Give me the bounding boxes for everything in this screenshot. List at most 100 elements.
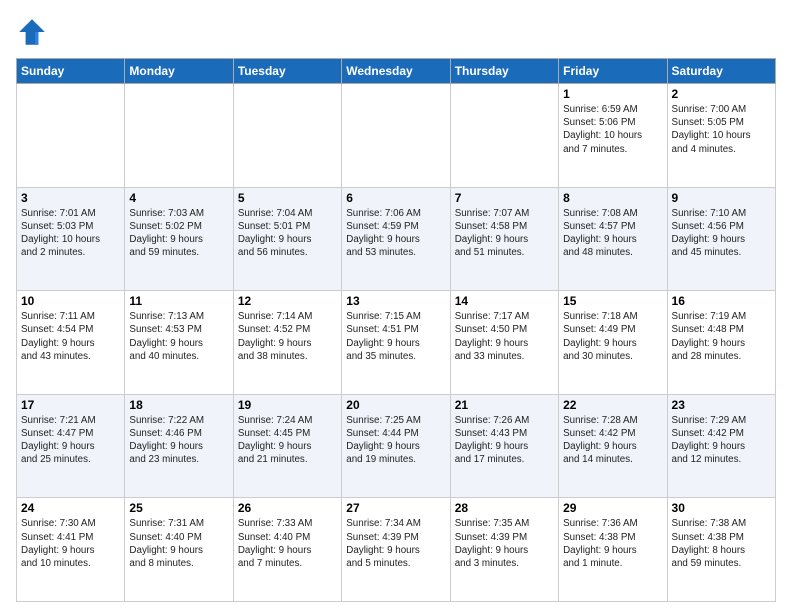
- day-info: Sunrise: 7:22 AM Sunset: 4:46 PM Dayligh…: [129, 414, 228, 467]
- day-info: Sunrise: 7:11 AM Sunset: 4:54 PM Dayligh…: [21, 310, 120, 363]
- day-number: 20: [346, 398, 445, 412]
- calendar-cell: 21 Sunrise: 7:26 AM Sunset: 4:43 PM Dayli…: [450, 394, 558, 498]
- day-number: 11: [129, 294, 228, 308]
- weekday-header-row: SundayMondayTuesdayWednesdayThursdayFrid…: [17, 59, 776, 84]
- day-number: 10: [21, 294, 120, 308]
- day-info: Sunrise: 6:59 AM Sunset: 5:06 PM Dayligh…: [563, 103, 662, 156]
- day-info: Sunrise: 7:01 AM Sunset: 5:03 PM Dayligh…: [21, 207, 120, 260]
- day-number: 12: [238, 294, 337, 308]
- calendar-cell: [17, 84, 125, 188]
- calendar-cell: 2Sunrise: 7:00 AM Sunset: 5:05 PM Daylig…: [667, 84, 775, 188]
- calendar-cell: 18 Sunrise: 7:22 AM Sunset: 4:46 PM Dayli…: [125, 394, 233, 498]
- day-number: 5: [238, 191, 337, 205]
- calendar-cell: 27 Sunrise: 7:34 AM Sunset: 4:39 PM Dayli…: [342, 498, 450, 602]
- day-number: 1: [563, 87, 662, 101]
- calendar-cell: 15 Sunrise: 7:18 AM Sunset: 4:49 PM Dayli…: [559, 291, 667, 395]
- calendar-cell: 8 Sunrise: 7:08 AM Sunset: 4:57 PM Daylig…: [559, 187, 667, 291]
- day-info: Sunrise: 7:33 AM Sunset: 4:40 PM Dayligh…: [238, 517, 337, 570]
- header: [16, 16, 776, 48]
- day-info: Sunrise: 7:29 AM Sunset: 4:42 PM Dayligh…: [672, 414, 771, 467]
- day-number: 17: [21, 398, 120, 412]
- calendar-cell: 28 Sunrise: 7:35 AM Sunset: 4:39 PM Dayli…: [450, 498, 558, 602]
- calendar-row-0: 1 Sunrise: 6:59 AM Sunset: 5:06 PM Daylig…: [17, 84, 776, 188]
- weekday-saturday: Saturday: [667, 59, 775, 84]
- day-number: 30: [672, 501, 771, 515]
- weekday-monday: Monday: [125, 59, 233, 84]
- calendar-cell: 29Sunrise: 7:36 AM Sunset: 4:38 PM Dayli…: [559, 498, 667, 602]
- calendar-cell: 14 Sunrise: 7:17 AM Sunset: 4:50 PM Dayli…: [450, 291, 558, 395]
- day-info: Sunrise: 7:31 AM Sunset: 4:40 PM Dayligh…: [129, 517, 228, 570]
- day-info: Sunrise: 7:18 AM Sunset: 4:49 PM Dayligh…: [563, 310, 662, 363]
- calendar-row-2: 10 Sunrise: 7:11 AM Sunset: 4:54 PM Dayli…: [17, 291, 776, 395]
- day-info: Sunrise: 7:21 AM Sunset: 4:47 PM Dayligh…: [21, 414, 120, 467]
- calendar-cell: 12 Sunrise: 7:14 AM Sunset: 4:52 PM Dayli…: [233, 291, 341, 395]
- day-info: Sunrise: 7:14 AM Sunset: 4:52 PM Dayligh…: [238, 310, 337, 363]
- weekday-thursday: Thursday: [450, 59, 558, 84]
- day-number: 22: [563, 398, 662, 412]
- day-number: 21: [455, 398, 554, 412]
- calendar-cell: 25 Sunrise: 7:31 AM Sunset: 4:40 PM Dayli…: [125, 498, 233, 602]
- day-number: 15: [563, 294, 662, 308]
- calendar-cell: 3 Sunrise: 7:01 AM Sunset: 5:03 PM Daylig…: [17, 187, 125, 291]
- day-info: Sunrise: 7:24 AM Sunset: 4:45 PM Dayligh…: [238, 414, 337, 467]
- day-info: Sunrise: 7:10 AM Sunset: 4:56 PM Dayligh…: [672, 207, 771, 260]
- calendar-cell: 1 Sunrise: 6:59 AM Sunset: 5:06 PM Daylig…: [559, 84, 667, 188]
- calendar-cell: [342, 84, 450, 188]
- calendar-cell: 7 Sunrise: 7:07 AM Sunset: 4:58 PM Daylig…: [450, 187, 558, 291]
- day-number: 7: [455, 191, 554, 205]
- logo-icon: [16, 16, 48, 48]
- calendar-row-4: 24 Sunrise: 7:30 AM Sunset: 4:41 PM Dayli…: [17, 498, 776, 602]
- calendar-cell: 24 Sunrise: 7:30 AM Sunset: 4:41 PM Dayli…: [17, 498, 125, 602]
- logo: [16, 16, 52, 48]
- day-info: Sunrise: 7:34 AM Sunset: 4:39 PM Dayligh…: [346, 517, 445, 570]
- calendar-cell: 13 Sunrise: 7:15 AM Sunset: 4:51 PM Dayli…: [342, 291, 450, 395]
- day-info: Sunrise: 7:07 AM Sunset: 4:58 PM Dayligh…: [455, 207, 554, 260]
- day-number: 25: [129, 501, 228, 515]
- day-info: Sunrise: 7:08 AM Sunset: 4:57 PM Dayligh…: [563, 207, 662, 260]
- day-info: Sunrise: 7:03 AM Sunset: 5:02 PM Dayligh…: [129, 207, 228, 260]
- calendar-cell: 16Sunrise: 7:19 AM Sunset: 4:48 PM Dayli…: [667, 291, 775, 395]
- day-number: 28: [455, 501, 554, 515]
- day-info: Sunrise: 7:17 AM Sunset: 4:50 PM Dayligh…: [455, 310, 554, 363]
- day-info: Sunrise: 7:38 AM Sunset: 4:38 PM Dayligh…: [672, 517, 771, 570]
- calendar-cell: 26 Sunrise: 7:33 AM Sunset: 4:40 PM Dayli…: [233, 498, 341, 602]
- calendar-cell: 19 Sunrise: 7:24 AM Sunset: 4:45 PM Dayli…: [233, 394, 341, 498]
- calendar-row-3: 17 Sunrise: 7:21 AM Sunset: 4:47 PM Dayli…: [17, 394, 776, 498]
- calendar-cell: 6 Sunrise: 7:06 AM Sunset: 4:59 PM Daylig…: [342, 187, 450, 291]
- day-number: 29: [563, 501, 662, 515]
- day-info: Sunrise: 7:35 AM Sunset: 4:39 PM Dayligh…: [455, 517, 554, 570]
- calendar-cell: 17 Sunrise: 7:21 AM Sunset: 4:47 PM Dayli…: [17, 394, 125, 498]
- day-info: Sunrise: 7:30 AM Sunset: 4:41 PM Dayligh…: [21, 517, 120, 570]
- day-info: Sunrise: 7:28 AM Sunset: 4:42 PM Dayligh…: [563, 414, 662, 467]
- day-number: 2: [672, 87, 771, 101]
- day-info: Sunrise: 7:26 AM Sunset: 4:43 PM Dayligh…: [455, 414, 554, 467]
- day-number: 14: [455, 294, 554, 308]
- weekday-tuesday: Tuesday: [233, 59, 341, 84]
- day-info: Sunrise: 7:04 AM Sunset: 5:01 PM Dayligh…: [238, 207, 337, 260]
- day-number: 3: [21, 191, 120, 205]
- day-info: Sunrise: 7:13 AM Sunset: 4:53 PM Dayligh…: [129, 310, 228, 363]
- day-number: 16: [672, 294, 771, 308]
- page: SundayMondayTuesdayWednesdayThursdayFrid…: [0, 0, 792, 612]
- day-info: Sunrise: 7:15 AM Sunset: 4:51 PM Dayligh…: [346, 310, 445, 363]
- calendar-cell: [233, 84, 341, 188]
- calendar-row-1: 3 Sunrise: 7:01 AM Sunset: 5:03 PM Daylig…: [17, 187, 776, 291]
- day-number: 24: [21, 501, 120, 515]
- day-number: 26: [238, 501, 337, 515]
- day-info: Sunrise: 7:25 AM Sunset: 4:44 PM Dayligh…: [346, 414, 445, 467]
- day-info: Sunrise: 7:06 AM Sunset: 4:59 PM Dayligh…: [346, 207, 445, 260]
- calendar-table: SundayMondayTuesdayWednesdayThursdayFrid…: [16, 58, 776, 602]
- calendar-cell: 30 Sunrise: 7:38 AM Sunset: 4:38 PM Dayli…: [667, 498, 775, 602]
- calendar-cell: 5 Sunrise: 7:04 AM Sunset: 5:01 PM Daylig…: [233, 187, 341, 291]
- calendar-cell: 9 Sunrise: 7:10 AM Sunset: 4:56 PM Daylig…: [667, 187, 775, 291]
- day-number: 27: [346, 501, 445, 515]
- day-number: 6: [346, 191, 445, 205]
- day-number: 13: [346, 294, 445, 308]
- day-number: 18: [129, 398, 228, 412]
- day-number: 9: [672, 191, 771, 205]
- day-number: 8: [563, 191, 662, 205]
- calendar-cell: 10 Sunrise: 7:11 AM Sunset: 4:54 PM Dayli…: [17, 291, 125, 395]
- calendar-cell: [125, 84, 233, 188]
- day-number: 19: [238, 398, 337, 412]
- weekday-friday: Friday: [559, 59, 667, 84]
